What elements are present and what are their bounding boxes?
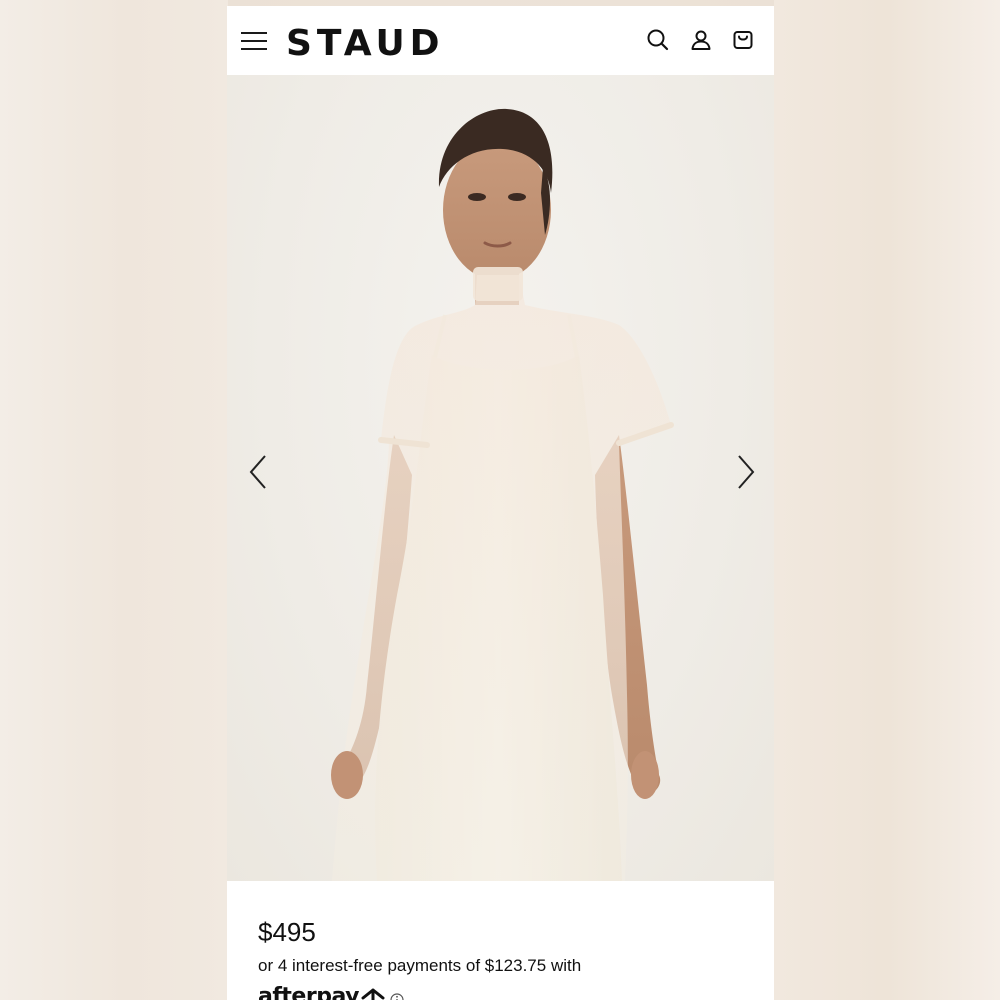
shopping-bag-icon[interactable] xyxy=(730,27,756,53)
chevron-right-icon[interactable] xyxy=(729,452,759,492)
product-info: $495 or 4 interest-free payments of $123… xyxy=(227,881,774,1000)
info-icon[interactable] xyxy=(390,993,404,1000)
brand-logo[interactable]: STAUD xyxy=(286,22,445,66)
mobile-page: STAUD $495 or 4 interest-free payments o… xyxy=(227,6,774,1000)
background-blur-right xyxy=(774,0,1000,1000)
product-price: $495 xyxy=(258,917,316,947)
afterpay-logo: afterpay xyxy=(258,984,359,1000)
product-image-carousel[interactable] xyxy=(227,75,774,881)
account-icon[interactable] xyxy=(688,27,714,53)
installments-text: or 4 interest-free payments of $123.75 w… xyxy=(258,956,582,975)
menu-icon[interactable] xyxy=(241,28,269,54)
afterpay-row[interactable]: afterpay xyxy=(258,984,404,1000)
chevron-left-icon[interactable] xyxy=(245,452,275,492)
afterpay-arrows-icon xyxy=(361,988,385,1000)
search-icon[interactable] xyxy=(645,27,671,53)
product-photo xyxy=(331,108,674,881)
background-blur-left xyxy=(0,0,228,1000)
site-header: STAUD xyxy=(227,6,774,75)
